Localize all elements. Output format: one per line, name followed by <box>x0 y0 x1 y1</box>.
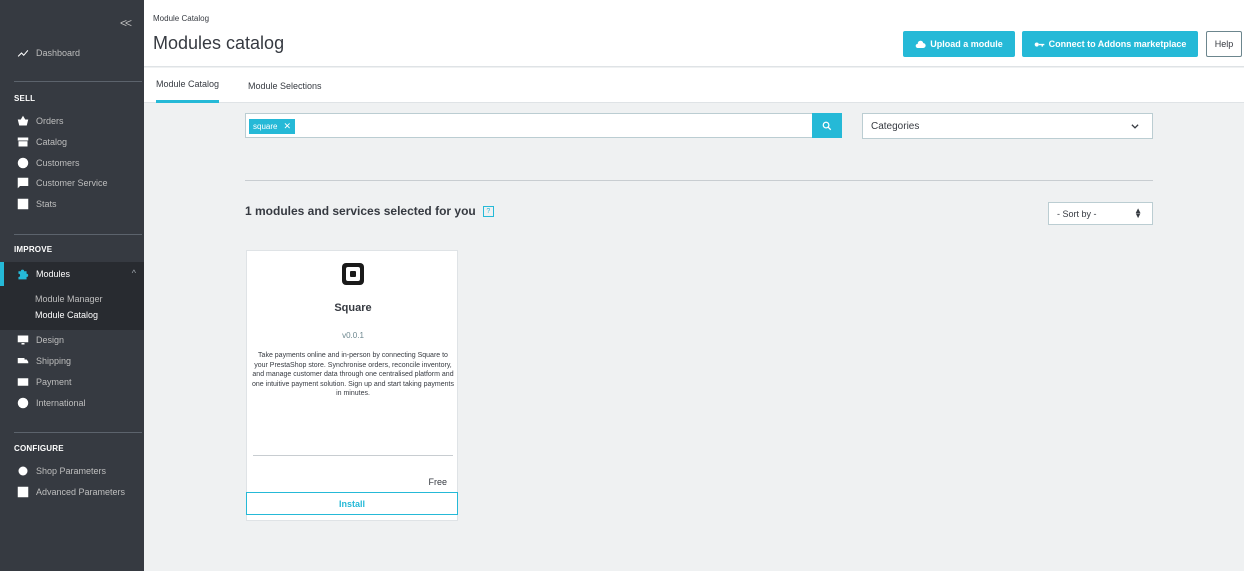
divider <box>253 455 453 456</box>
categories-select[interactable]: Categories <box>862 113 1153 139</box>
sidebar-item-shipping[interactable]: Shipping <box>0 351 144 371</box>
puzzle-icon <box>16 268 29 281</box>
section-title-sell: SELL <box>14 94 36 103</box>
sidebar-item-payment[interactable]: Payment <box>0 372 144 392</box>
help-icon[interactable]: ? <box>482 205 494 217</box>
page-header: Module Catalog Modules catalog Upload a … <box>144 0 1244 67</box>
globe-icon <box>16 397 29 410</box>
desktop-icon <box>16 334 29 347</box>
sidebar-item-shop-parameters[interactable]: Shop Parameters <box>0 461 144 481</box>
collapse-sidebar-button[interactable]: << <box>120 16 132 30</box>
gear-icon <box>16 465 29 478</box>
divider <box>14 81 142 82</box>
sidebar-item-modules[interactable]: Modules ^ <box>0 262 144 286</box>
sidebar: << Dashboard SELL Orders Catalog Custome… <box>0 0 144 571</box>
sort-arrows-icon: ▲ ▼ <box>1134 206 1142 220</box>
divider <box>245 180 1153 181</box>
sidebar-item-customers[interactable]: Customers <box>0 153 144 173</box>
tab-module-selections[interactable]: Module Selections <box>248 68 322 103</box>
sidebar-subitem-module-manager[interactable]: Module Manager <box>35 294 103 304</box>
modules-submenu: Module Manager Module Catalog <box>0 286 144 330</box>
search-tag[interactable]: square ✕ <box>249 119 296 134</box>
shopping-basket-icon <box>16 115 29 128</box>
breadcrumb[interactable]: Module Catalog <box>153 14 209 23</box>
sort-select[interactable]: - Sort by - ▲ ▼ <box>1048 202 1153 225</box>
page-title: Modules catalog <box>153 33 285 53</box>
sidebar-item-stats[interactable]: Stats <box>0 194 144 214</box>
divider <box>14 234 142 235</box>
module-version: v0.0.1 <box>342 331 364 340</box>
results-title: 1 modules and services selected for you … <box>245 204 494 218</box>
connect-addons-button[interactable]: Connect to Addons marketplace <box>1022 31 1198 57</box>
chevron-up-icon: ^ <box>131 268 136 278</box>
tabs-bar: Module Catalog Module Selections <box>144 68 1244 103</box>
divider <box>14 432 142 433</box>
sidebar-item-advanced-parameters[interactable]: Advanced Parameters <box>0 482 144 502</box>
store-icon <box>16 136 29 149</box>
section-title-improve: IMPROVE <box>14 245 53 254</box>
key-icon <box>1034 41 1044 47</box>
sidebar-item-catalog[interactable]: Catalog <box>0 132 144 152</box>
sidebar-subitem-module-catalog[interactable]: Module Catalog <box>35 310 98 320</box>
sidebar-item-orders[interactable]: Orders <box>0 111 144 131</box>
tab-module-catalog[interactable]: Module Catalog <box>156 68 220 103</box>
search-input[interactable]: square ✕ <box>245 113 813 138</box>
close-icon[interactable]: ✕ <box>283 121 291 132</box>
install-button[interactable]: Install <box>246 492 458 515</box>
module-name: Square <box>334 302 372 314</box>
sidebar-item-customer-service[interactable]: Customer Service <box>0 173 144 193</box>
module-price: Free <box>428 477 447 487</box>
upload-module-button[interactable]: Upload a module <box>903 31 1015 57</box>
search-icon <box>822 121 832 130</box>
square-logo-icon <box>342 263 364 285</box>
sidebar-item-dashboard[interactable]: Dashboard <box>0 43 144 63</box>
settings-box-icon <box>16 486 29 499</box>
truck-icon <box>16 355 29 368</box>
module-card[interactable]: Square v0.0.1 Take payments online and i… <box>246 250 458 521</box>
trending-up-icon <box>16 47 29 60</box>
chevron-down-icon <box>1130 121 1140 134</box>
credit-card-icon <box>16 376 29 389</box>
sidebar-item-design[interactable]: Design <box>0 330 144 350</box>
search-button[interactable] <box>812 113 842 138</box>
section-title-configure: CONFIGURE <box>14 444 64 453</box>
module-description: Take payments online and in-person by co… <box>252 352 454 398</box>
cloud-upload-icon <box>915 40 926 48</box>
chat-icon <box>16 177 29 190</box>
account-circle-icon <box>16 157 29 170</box>
bar-chart-icon <box>16 198 29 211</box>
sidebar-item-international[interactable]: International <box>0 393 144 413</box>
help-button[interactable]: Help <box>1206 31 1242 57</box>
